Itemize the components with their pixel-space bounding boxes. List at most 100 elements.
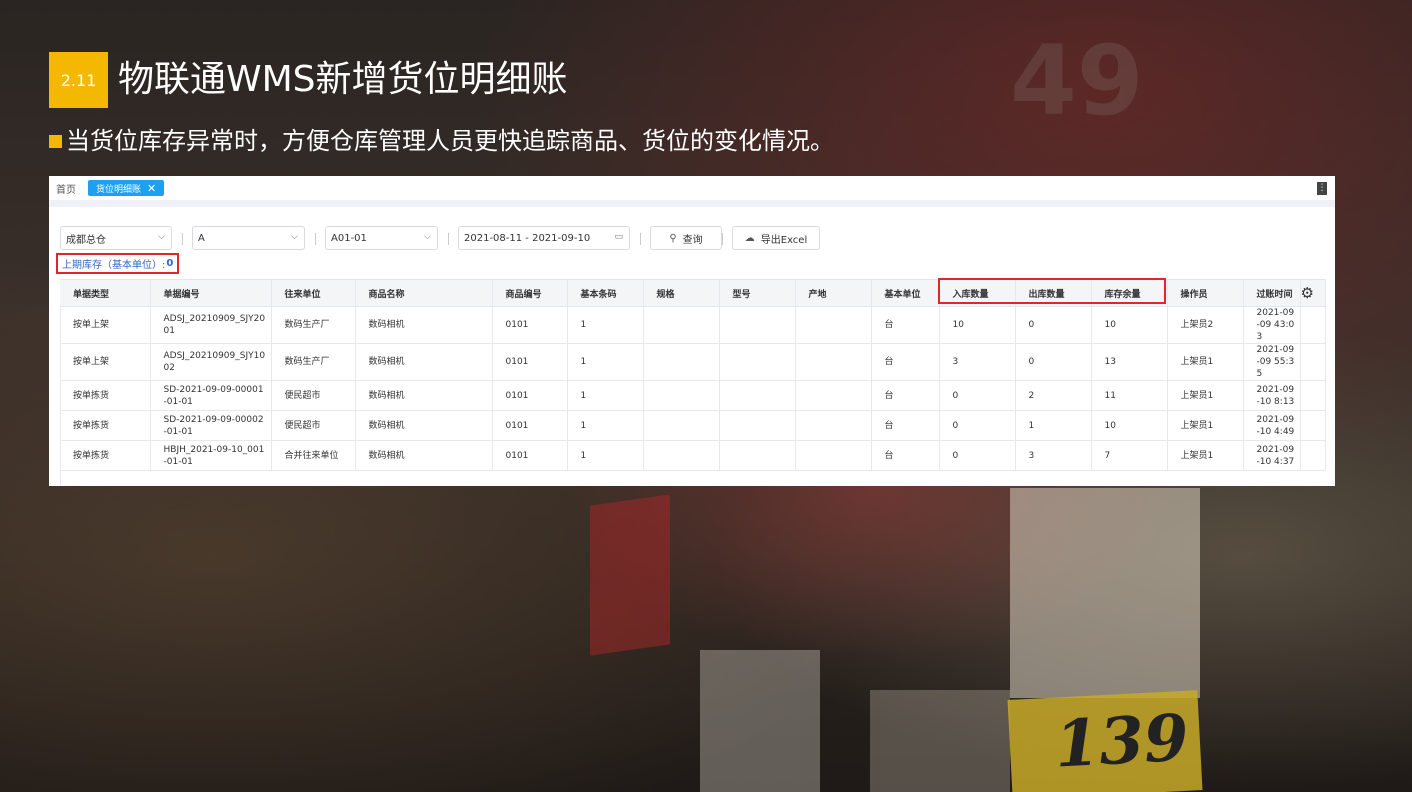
page-title: 物联通WMS新增货位明细账: [118, 59, 568, 100]
cell-spec: [643, 306, 720, 344]
cell-settings: [1300, 440, 1326, 471]
cell-partner: 便民超市: [271, 410, 356, 441]
search-button-label: 查询: [682, 234, 703, 246]
search-button[interactable]: ⚲ 查询: [650, 226, 722, 250]
cell-settings: [1300, 306, 1326, 344]
cell-model: [719, 306, 796, 344]
tab-home[interactable]: 首页: [56, 181, 76, 196]
cell-product-name: 数码相机: [355, 343, 493, 381]
cell-doc-type: 按单上架: [60, 306, 151, 344]
background-shelf-box: [1010, 488, 1200, 698]
cell-product-code: 0101: [492, 343, 568, 381]
cell-stock-balance: 10: [1091, 410, 1168, 441]
cell-product-name: 数码相机: [355, 410, 493, 441]
search-icon: ⚲: [669, 232, 677, 244]
quantity-columns-highlight: [938, 278, 1166, 304]
cell-in-qty: 0: [939, 410, 1016, 441]
cell-operator: 上架员2: [1167, 306, 1244, 344]
column-header[interactable]: 操作员: [1167, 279, 1244, 307]
section-badge: 2.11: [49, 52, 108, 108]
cell-doc-type: 按单拣货: [60, 380, 151, 411]
cell-operator: 上架员1: [1167, 410, 1244, 441]
table-row[interactable]: 按单拣货 SD-2021-09-09-00002-01-01 便民超市 数码相机…: [60, 410, 1326, 441]
table-row[interactable]: 按单拣货 HBJH_2021-09-10_001-01-01 合并往来单位 数码…: [60, 440, 1326, 471]
cell-settings: [1300, 410, 1326, 441]
cell-spec: [643, 343, 720, 381]
cell-unit: 台: [871, 343, 940, 381]
cell-barcode: 1: [567, 343, 644, 381]
cell-doc-type: 按单上架: [60, 343, 151, 381]
cell-settings: [1300, 380, 1326, 411]
cell-out-qty: 1: [1015, 410, 1092, 441]
cell-in-qty: 0: [939, 440, 1016, 471]
location-select[interactable]: A01-01 ⌵: [325, 226, 438, 250]
cell-out-qty: 3: [1015, 440, 1092, 471]
column-header[interactable]: 往来单位: [271, 279, 356, 307]
cell-partner: 数码生产厂: [271, 343, 356, 381]
table-row[interactable]: 按单拣货 SD-2021-09-09-00001-01-01 便民超市 数码相机…: [60, 380, 1326, 411]
area-select-value: A: [198, 232, 205, 244]
column-header[interactable]: 单据类型: [60, 279, 151, 307]
column-header[interactable]: 商品编号: [492, 279, 568, 307]
location-select-value: A01-01: [331, 232, 367, 244]
column-header[interactable]: 型号: [719, 279, 796, 307]
column-settings-gear-icon[interactable]: ⚙: [1300, 279, 1326, 307]
cell-barcode: 1: [567, 410, 644, 441]
filter-separator: [448, 233, 449, 245]
background-shelf-box: [870, 690, 1010, 792]
column-header[interactable]: 基本条码: [567, 279, 644, 307]
column-header[interactable]: 商品名称: [355, 279, 493, 307]
cell-out-qty: 0: [1015, 343, 1092, 381]
previous-stock-value: 0: [166, 258, 174, 269]
cell-model: [719, 380, 796, 411]
cell-operator: 上架员1: [1167, 380, 1244, 411]
bullet-square-icon: [49, 134, 62, 148]
cell-model: [719, 343, 796, 381]
column-header[interactable]: 规格: [643, 279, 720, 307]
chevron-down-icon: ⌵: [158, 232, 165, 242]
cell-origin: [795, 410, 872, 441]
tab-label: 货位明细账: [96, 184, 142, 195]
cell-doc-number: SD-2021-09-09-00001-01-01: [150, 380, 272, 411]
close-icon[interactable]: ✕: [147, 182, 156, 195]
cell-in-qty: 3: [939, 343, 1016, 381]
cell-doc-number: HBJH_2021-09-10_001-01-01: [150, 440, 272, 471]
table-row[interactable]: 按单上架 ADSJ_20210909_SJY1002 数码生产厂 数码相机 01…: [60, 343, 1326, 381]
cell-unit: 台: [871, 410, 940, 441]
cell-spec: [643, 440, 720, 471]
cell-spec: [643, 410, 720, 441]
cloud-download-icon: ☁: [744, 232, 755, 244]
export-excel-button[interactable]: ☁ 导出Excel: [732, 226, 820, 250]
divider: [49, 200, 1335, 207]
cell-product-code: 0101: [492, 306, 568, 344]
cell-product-code: 0101: [492, 440, 568, 471]
date-range-picker[interactable]: 2021-08-11 - 2021-09-10 ▭: [458, 226, 630, 250]
cell-partner: 数码生产厂: [271, 306, 356, 344]
background-aisle-number: 49: [1010, 25, 1144, 137]
column-header[interactable]: 基本单位: [871, 279, 940, 307]
cell-model: [719, 440, 796, 471]
cell-post-time: 2021-09-09 43:03: [1243, 306, 1301, 344]
warehouse-select[interactable]: 成都总仓 ⌵: [60, 226, 172, 250]
area-select[interactable]: A ⌵: [192, 226, 305, 250]
cell-origin: [795, 380, 872, 411]
chevron-down-icon: ⌵: [291, 232, 298, 242]
cell-unit: 台: [871, 306, 940, 344]
column-header[interactable]: 单据编号: [150, 279, 272, 307]
filter-separator: [182, 233, 183, 245]
column-header[interactable]: 产地: [795, 279, 872, 307]
table-row[interactable]: 按单上架 ADSJ_20210909_SJY2001 数码生产厂 数码相机 01…: [60, 306, 1326, 344]
export-button-label: 导出Excel: [760, 234, 808, 246]
cell-partner: 便民超市: [271, 380, 356, 411]
background-price-text: 139: [1052, 700, 1191, 783]
column-header[interactable]: 过账时间: [1243, 279, 1301, 307]
ledger-table: 单据类型 单据编号 往来单位 商品名称 商品编号 基本条码 规格 型号 产地 基…: [60, 279, 1326, 471]
chevron-down-icon: ⌵: [424, 232, 431, 242]
cell-in-qty: 10: [939, 306, 1016, 344]
cell-doc-type: 按单拣货: [60, 440, 151, 471]
subtitle-text: 当货位库存异常时，方便仓库管理人员更快追踪商品、货位的变化情况。: [66, 127, 834, 155]
tab-location-ledger[interactable]: 货位明细账 ✕: [88, 180, 165, 196]
cell-product-name: 数码相机: [355, 440, 493, 471]
more-menu-icon[interactable]: ⋮: [1317, 182, 1327, 195]
cell-product-code: 0101: [492, 410, 568, 441]
